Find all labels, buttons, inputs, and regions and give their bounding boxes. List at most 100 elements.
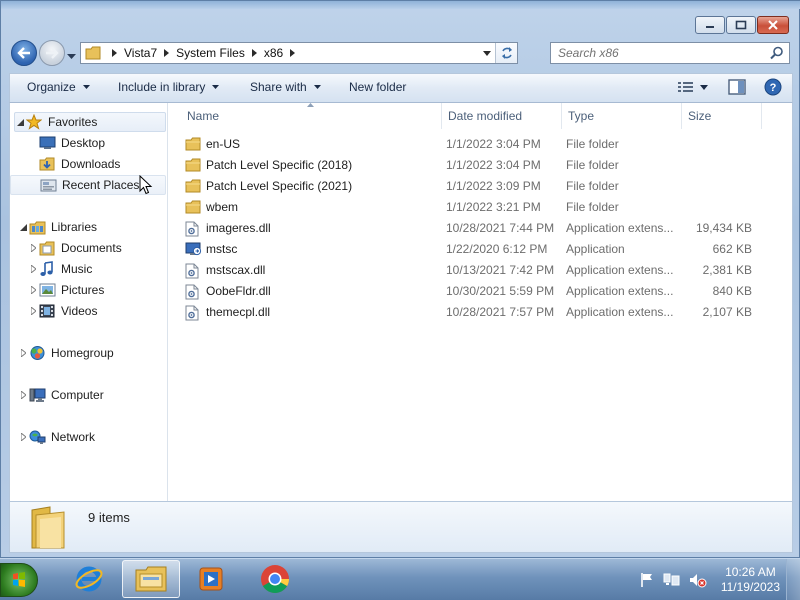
taskbar-windows-explorer[interactable]: [122, 560, 180, 598]
videos-label: Videos: [61, 304, 98, 318]
maximize-button[interactable]: [726, 16, 756, 34]
column-header-name[interactable]: Name: [181, 103, 442, 129]
search-box: [550, 42, 790, 64]
sidebar-item-desktop[interactable]: Desktop: [38, 133, 105, 153]
collapsed-arrow-icon[interactable]: [28, 307, 38, 315]
file-size: 2,381 KB: [702, 263, 752, 277]
mouse-cursor-icon: [139, 175, 153, 195]
sidebar-item-documents[interactable]: Documents: [28, 238, 122, 258]
view-list-icon: [678, 82, 693, 92]
breadcrumb-arrow-icon[interactable]: [164, 49, 170, 57]
downloads-label: Downloads: [61, 157, 121, 171]
file-type: Application extens...: [566, 305, 674, 319]
back-button[interactable]: [11, 40, 37, 66]
show-desktop-button[interactable]: [786, 559, 800, 600]
windows-explorer-icon: [135, 566, 167, 592]
network-status-icon[interactable]: [663, 572, 681, 588]
start-button[interactable]: [0, 563, 38, 597]
file-name: Patch Level Specific (2018): [206, 158, 353, 172]
table-row[interactable]: mstsc 1/22/2020 6:12 PM Application 662 KB: [181, 239, 777, 259]
search-icon[interactable]: [770, 46, 784, 60]
folder-large-icon: [31, 506, 65, 549]
table-row[interactable]: mstscax.dll 10/13/2021 7:42 PM Application…: [181, 260, 777, 280]
sidebar-item-pictures[interactable]: Pictures: [28, 280, 104, 300]
breadcrumb-arrow-icon[interactable]: [251, 49, 257, 57]
taskbar-internet-explorer[interactable]: [60, 560, 118, 598]
table-row[interactable]: Patch Level Specific (2018) 1/1/2022 3:04…: [181, 155, 777, 175]
address-bar[interactable]: Vista7 System Files x86: [80, 42, 518, 64]
expanded-arrow-icon[interactable]: [15, 118, 25, 126]
sidebar-item-downloads[interactable]: Downloads: [38, 154, 120, 174]
taskbar-chrome[interactable]: [246, 560, 304, 598]
internet-explorer-icon: [75, 566, 103, 592]
new-folder-button[interactable]: New folder: [349, 80, 406, 94]
sidebar-item-music[interactable]: Music: [28, 259, 92, 279]
table-row[interactable]: Patch Level Specific (2021) 1/1/2022 3:09…: [181, 176, 777, 196]
sidebar-item-favorites[interactable]: Favorites: [14, 112, 166, 132]
minimize-icon: [706, 26, 714, 28]
include-in-library-menu[interactable]: Include in library: [118, 80, 220, 94]
documents-icon: [38, 240, 56, 256]
collapsed-arrow-icon[interactable]: [28, 244, 38, 252]
volume-muted-icon[interactable]: [689, 572, 707, 588]
table-row[interactable]: imageres.dll 10/28/2021 7:44 PM Applicatio…: [181, 218, 777, 238]
sidebar-item-videos[interactable]: Videos: [28, 301, 97, 321]
libraries-icon: [28, 219, 46, 235]
address-history-dropdown[interactable]: [479, 43, 495, 63]
search-input[interactable]: [551, 43, 761, 63]
folder-icon: [85, 46, 101, 60]
include-in-library-label: Include in library: [118, 80, 206, 94]
breadcrumb-vista7[interactable]: Vista7: [124, 46, 157, 60]
remote-desktop-icon: [185, 242, 202, 260]
minimize-button[interactable]: [695, 16, 725, 34]
help-icon[interactable]: ?: [764, 78, 782, 96]
share-with-label: Share with: [250, 80, 307, 94]
column-type-label: Type: [568, 109, 595, 123]
preview-pane-icon[interactable]: [728, 79, 746, 95]
breadcrumb-x86[interactable]: x86: [264, 46, 283, 60]
sidebar-item-libraries[interactable]: Libraries: [18, 217, 97, 237]
table-row[interactable]: en-US 1/1/2022 3:04 PM File folder: [181, 134, 777, 154]
table-row[interactable]: wbem 1/1/2022 3:21 PM File folder: [181, 197, 777, 217]
clock[interactable]: 10:26 AM 11/19/2023: [721, 565, 780, 595]
breadcrumb-system-files[interactable]: System Files: [176, 46, 245, 60]
recent-places-label: Recent Places: [62, 178, 140, 192]
column-header-type[interactable]: Type: [562, 103, 682, 129]
collapsed-arrow-icon[interactable]: [28, 265, 38, 273]
share-with-menu[interactable]: Share with: [250, 80, 321, 94]
file-name: OobeFldr.dll: [206, 284, 271, 298]
table-row[interactable]: OobeFldr.dll 10/30/2021 5:59 PM Applicatio…: [181, 281, 777, 301]
collapsed-arrow-icon[interactable]: [28, 286, 38, 294]
sidebar-item-computer[interactable]: Computer: [18, 385, 104, 405]
collapsed-arrow-icon[interactable]: [18, 391, 28, 399]
collapsed-arrow-icon[interactable]: [18, 433, 28, 441]
chevron-down-icon: [67, 54, 76, 59]
change-view-button[interactable]: [678, 81, 708, 93]
forward-button[interactable]: [39, 40, 65, 66]
maximize-icon: [735, 20, 747, 30]
sidebar-item-network[interactable]: Network: [18, 427, 95, 447]
breadcrumb-arrow-icon[interactable]: [290, 49, 296, 57]
file-type: Application extens...: [566, 221, 674, 235]
taskbar-media-player[interactable]: [182, 560, 240, 598]
collapsed-arrow-icon[interactable]: [18, 349, 28, 357]
clock-date: 11/19/2023: [720, 580, 780, 594]
column-header-date-modified[interactable]: Date modified: [442, 103, 562, 129]
organize-menu[interactable]: Organize: [27, 80, 90, 94]
sidebar-item-homegroup[interactable]: Homegroup: [18, 343, 114, 363]
action-center-flag-icon[interactable]: [639, 572, 655, 588]
file-name: wbem: [206, 200, 239, 214]
column-header-size[interactable]: Size: [682, 103, 762, 129]
close-button[interactable]: [757, 16, 789, 34]
refresh-button[interactable]: [495, 43, 517, 63]
file-type: File folder: [566, 158, 619, 172]
downloads-folder-icon: [38, 156, 56, 172]
explorer-window: Vista7 System Files x86 Search x86 Organ…: [0, 0, 800, 558]
recent-pages-dropdown[interactable]: [67, 49, 76, 63]
breadcrumb-arrow-icon[interactable]: [112, 49, 117, 57]
table-row[interactable]: themecpl.dll 10/28/2021 7:57 PM Applicatio…: [181, 302, 777, 322]
expanded-arrow-icon[interactable]: [18, 223, 28, 231]
navigation-row: Vista7 System Files x86: [1, 39, 800, 67]
recent-places-icon: [39, 177, 57, 193]
chevron-down-icon: [82, 85, 90, 89]
